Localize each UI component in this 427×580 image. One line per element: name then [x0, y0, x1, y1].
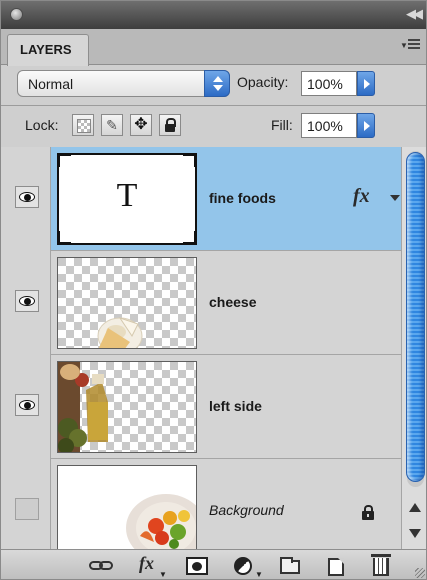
- lock-all-icon[interactable]: [159, 114, 181, 136]
- layer-row-fine-foods[interactable]: T fine foods fx: [1, 147, 401, 251]
- eye-icon[interactable]: [15, 186, 39, 208]
- layer-thumbnail[interactable]: [57, 361, 197, 453]
- panel-menu-icon[interactable]: ▼: [400, 37, 422, 55]
- lock-label: Lock:: [25, 117, 59, 133]
- fill-label: Fill:: [271, 117, 293, 133]
- layer-name[interactable]: Background: [209, 502, 284, 518]
- scroll-up-arrow-icon[interactable]: [409, 503, 421, 512]
- collapse-icon[interactable]: ◀◀: [406, 6, 423, 22]
- scroll-down-arrow-icon[interactable]: [409, 529, 421, 538]
- lock-position-icon[interactable]: ✥: [130, 114, 152, 136]
- visibility-cell[interactable]: [1, 459, 51, 549]
- blend-stepper-icon[interactable]: [204, 70, 230, 97]
- add-mask-icon[interactable]: [186, 557, 208, 575]
- visibility-cell[interactable]: [1, 251, 51, 355]
- close-button[interactable]: [10, 8, 23, 21]
- lock-image-pixels-icon[interactable]: ✎: [101, 114, 123, 136]
- visibility-toggle-empty[interactable]: [15, 498, 39, 520]
- fill-field[interactable]: 100%: [301, 113, 357, 138]
- link-layers-icon[interactable]: [89, 556, 117, 576]
- layers-bottom-toolbar: fx ▼ ▼: [1, 549, 426, 579]
- fill-slider-arrow-icon[interactable]: [357, 113, 375, 138]
- layer-thumbnail[interactable]: [57, 465, 197, 549]
- visibility-cell[interactable]: [1, 355, 51, 459]
- cheese-thumbnail-image: [97, 317, 143, 348]
- opacity-label: Opacity:: [237, 74, 289, 90]
- blend-mode-select[interactable]: Normal: [17, 70, 230, 97]
- visibility-cell[interactable]: [1, 147, 51, 251]
- layers-panel: ◀◀ LAYERS ▼ Normal Opacity: 100% Lock: ✎…: [0, 0, 427, 580]
- layer-row-left-side[interactable]: left side: [1, 355, 401, 459]
- tab-strip: LAYERS ▼: [1, 29, 426, 66]
- lock-icon: [362, 505, 374, 520]
- resize-grip-icon[interactable]: [415, 568, 425, 578]
- layer-effects-icon[interactable]: fx: [353, 185, 370, 208]
- layer-name[interactable]: cheese: [209, 294, 256, 310]
- layer-name[interactable]: fine foods: [209, 190, 276, 206]
- adjustment-dropdown-arrow-icon: ▼: [255, 570, 263, 579]
- layers-scrollbar[interactable]: [401, 147, 426, 549]
- text-layer-icon: T: [116, 177, 138, 214]
- layer-row-cheese[interactable]: cheese: [1, 251, 401, 355]
- lock-fill-controls: Lock: ✎ ✥ Fill: 100%: [1, 105, 426, 147]
- eye-icon[interactable]: [15, 394, 39, 416]
- layers-list: T fine foods fx cheese left side Backgro…: [1, 147, 401, 549]
- new-layer-icon[interactable]: [328, 558, 344, 576]
- scroll-thumb[interactable]: [406, 152, 425, 482]
- left-side-thumbnail-image: [58, 362, 108, 452]
- opacity-slider-arrow-icon[interactable]: [357, 71, 375, 96]
- background-thumbnail-image: [126, 494, 196, 549]
- layer-thumbnail[interactable]: [57, 257, 197, 349]
- layer-name[interactable]: left side: [209, 398, 262, 414]
- blend-mode-value: Normal: [28, 76, 74, 92]
- panel-title-bar[interactable]: ◀◀: [1, 1, 426, 29]
- adjustment-layer-icon[interactable]: [234, 557, 252, 575]
- fx-dropdown-arrow-icon: ▼: [159, 570, 167, 579]
- opacity-field[interactable]: 100%: [301, 71, 357, 96]
- delete-layer-icon[interactable]: [371, 554, 391, 576]
- layer-thumbnail[interactable]: T: [57, 153, 197, 245]
- eye-icon[interactable]: [15, 290, 39, 312]
- layer-row-background[interactable]: Background: [1, 459, 401, 549]
- expand-effects-icon[interactable]: [390, 195, 400, 201]
- lock-transparent-pixels-icon[interactable]: [72, 114, 94, 136]
- new-group-icon[interactable]: [280, 557, 300, 574]
- tab-layers[interactable]: LAYERS: [7, 34, 89, 66]
- blend-controls: Normal Opacity: 100%: [1, 65, 426, 105]
